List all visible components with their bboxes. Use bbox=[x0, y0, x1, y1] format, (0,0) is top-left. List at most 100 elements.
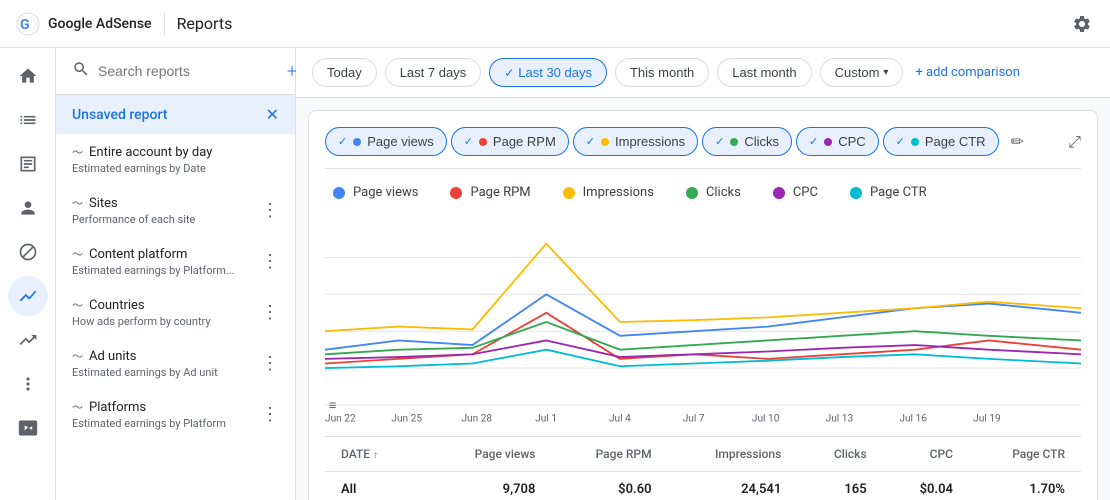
wave-icon-5: 〜 bbox=[72, 399, 83, 415]
page-rpm-column-header[interactable]: Page RPM bbox=[551, 437, 667, 472]
today-filter-btn[interactable]: Today bbox=[312, 58, 377, 87]
sidebar-item-content-5: 〜 Platforms Estimated earnings by Platfo… bbox=[72, 399, 226, 430]
app-name: Google AdSense bbox=[48, 16, 152, 32]
last30-label: Last 30 days bbox=[518, 65, 592, 80]
svg-text:Jul 13: Jul 13 bbox=[826, 414, 854, 425]
last7-filter-btn[interactable]: Last 7 days bbox=[385, 58, 482, 87]
row-page-rpm-0: $0.60 bbox=[551, 472, 667, 500]
active-report-label: Unsaved report bbox=[72, 107, 167, 123]
row-cpc-0: $0.04 bbox=[883, 472, 969, 500]
svg-text:Jul 4: Jul 4 bbox=[609, 414, 631, 425]
metric-tab-label-0: Page views bbox=[367, 134, 433, 149]
this-month-filter-btn[interactable]: This month bbox=[615, 58, 709, 87]
legend-label-1: Page RPM bbox=[470, 185, 530, 200]
page-ctr-column-header[interactable]: Page CTR bbox=[969, 437, 1081, 472]
sidebar-item-sub-1: Performance of each site bbox=[72, 213, 195, 226]
wave-icon-1: 〜 bbox=[72, 195, 83, 211]
legend-dot-2 bbox=[563, 187, 575, 199]
wave-icon-0: 〜 bbox=[72, 144, 83, 160]
sidebar-item-0[interactable]: 〜 Entire account by day Estimated earnin… bbox=[56, 134, 295, 185]
metric-tab-clicks[interactable]: ✓ Clicks bbox=[702, 127, 792, 156]
page-title: Reports bbox=[177, 14, 233, 33]
impressions-column-header[interactable]: Impressions bbox=[668, 437, 798, 472]
more-options-icon-5[interactable]: ⋮ bbox=[261, 404, 279, 425]
nav-home[interactable] bbox=[8, 56, 48, 96]
active-report-item[interactable]: Unsaved report ✕ bbox=[56, 95, 295, 134]
row-label-0: All bbox=[325, 472, 429, 500]
add-comparison-btn[interactable]: + add comparison bbox=[915, 65, 1019, 80]
page-views-column-header[interactable]: Page views bbox=[429, 437, 552, 472]
more-options-icon-4[interactable]: ⋮ bbox=[261, 353, 279, 374]
sidebar-item-title-5: 〜 Platforms bbox=[72, 399, 226, 415]
sidebar-item-sub-3: How ads perform by country bbox=[72, 315, 211, 328]
nav-pages[interactable] bbox=[8, 100, 48, 140]
row-page-views-0: 9,708 bbox=[429, 472, 552, 500]
svg-text:Jul 16: Jul 16 bbox=[899, 414, 927, 425]
search-input[interactable] bbox=[98, 63, 279, 79]
google-logo-icon: G bbox=[16, 12, 40, 36]
nav-people[interactable] bbox=[8, 188, 48, 228]
expand-chart-icon[interactable]: ⤢ bbox=[1068, 132, 1081, 152]
metric-tab-cpc[interactable]: ✓ CPC bbox=[796, 127, 879, 156]
metric-dot-1 bbox=[479, 138, 487, 146]
table-row-0: All 9,708 $0.60 24,541 165 $0.04 1.70% bbox=[325, 472, 1081, 500]
header-divider bbox=[164, 12, 165, 36]
more-options-icon-1[interactable]: ⋮ bbox=[261, 200, 279, 221]
sidebar-item-title-2: 〜 Content platform bbox=[72, 246, 235, 262]
custom-filter-btn[interactable]: Custom ▾ bbox=[820, 58, 904, 87]
sidebar-item-1[interactable]: 〜 Sites Performance of each site ⋮ bbox=[56, 185, 295, 236]
metric-dot-3 bbox=[730, 138, 738, 146]
metric-tabs: ✓ Page views ✓ Page RPM ✓ Impressions ✓ … bbox=[325, 127, 1081, 169]
chart-legend: Page views Page RPM Impressions Clicks C… bbox=[325, 185, 1081, 200]
metric-tab-impressions[interactable]: ✓ Impressions bbox=[573, 127, 698, 156]
wave-icon-2: 〜 bbox=[72, 246, 83, 262]
edit-icon[interactable]: ✏ bbox=[1011, 132, 1024, 151]
svg-text:G: G bbox=[20, 17, 30, 33]
header: G Google AdSense Reports bbox=[0, 0, 1110, 48]
checkmark-icon-1: ✓ bbox=[464, 135, 473, 148]
legend-item-1: Page RPM bbox=[450, 185, 530, 200]
last30-filter-btn[interactable]: ✓ Last 30 days bbox=[489, 58, 607, 87]
date-filter-bar: Today Last 7 days ✓ Last 30 days This mo… bbox=[296, 48, 1110, 98]
sidebar-item-sub-4: Estimated earnings by Ad unit bbox=[72, 366, 218, 379]
metric-tab-label-3: Clicks bbox=[744, 134, 779, 149]
app-layout: + Unsaved report ✕ 〜 Entire account by d… bbox=[0, 48, 1110, 500]
metric-tab-label-4: CPC bbox=[838, 134, 865, 149]
nav-video[interactable] bbox=[8, 408, 48, 448]
legend-dot-4 bbox=[773, 187, 785, 199]
metric-dot-5 bbox=[911, 138, 919, 146]
sidebar-item-5[interactable]: 〜 Platforms Estimated earnings by Platfo… bbox=[56, 389, 295, 440]
metric-tab-page-rpm[interactable]: ✓ Page RPM bbox=[451, 127, 569, 156]
legend-dot-0 bbox=[333, 187, 345, 199]
sidebar-item-sub-2: Estimated earnings by Platform... bbox=[72, 264, 235, 277]
nav-chart[interactable] bbox=[8, 276, 48, 316]
sidebar-item-4[interactable]: 〜 Ad units Estimated earnings by Ad unit… bbox=[56, 338, 295, 389]
legend-label-3: Clicks bbox=[706, 185, 741, 200]
sidebar-item-sub-0: Estimated earnings by Date bbox=[72, 162, 212, 175]
settings-button[interactable] bbox=[1070, 12, 1094, 36]
clicks-column-header[interactable]: Clicks bbox=[797, 437, 882, 472]
nav-optimize[interactable] bbox=[8, 364, 48, 404]
nav-trending[interactable] bbox=[8, 320, 48, 360]
more-options-icon-3[interactable]: ⋮ bbox=[261, 302, 279, 323]
metric-tab-page-ctr[interactable]: ✓ Page CTR bbox=[883, 127, 999, 156]
svg-text:Jun 25: Jun 25 bbox=[391, 414, 422, 425]
nav-icons bbox=[0, 48, 56, 500]
more-options-icon-2[interactable]: ⋮ bbox=[261, 251, 279, 272]
date-column-header[interactable]: DATE ↑ bbox=[325, 437, 429, 472]
line-chart: Jun 22 Jun 25 Jun 28 Jul 1 Jul 4 Jul 7 J… bbox=[325, 212, 1081, 432]
last-month-filter-btn[interactable]: Last month bbox=[717, 58, 811, 87]
cpc-column-header[interactable]: CPC bbox=[883, 437, 969, 472]
sidebar-item-3[interactable]: 〜 Countries How ads perform by country ⋮ bbox=[56, 287, 295, 338]
legend-dot-5 bbox=[850, 187, 862, 199]
metric-tab-label-5: Page CTR bbox=[925, 134, 986, 149]
checkmark-icon-2: ✓ bbox=[586, 135, 595, 148]
sidebar-item-2[interactable]: 〜 Content platform Estimated earnings by… bbox=[56, 236, 295, 287]
nav-block[interactable] bbox=[8, 232, 48, 272]
nav-table[interactable] bbox=[8, 144, 48, 184]
legend-dot-3 bbox=[686, 187, 698, 199]
metric-tab-label-2: Impressions bbox=[615, 134, 685, 149]
sidebar-item-sub-5: Estimated earnings by Platform bbox=[72, 417, 226, 430]
close-icon[interactable]: ✕ bbox=[266, 105, 279, 124]
metric-tab-page-views[interactable]: ✓ Page views bbox=[325, 127, 447, 156]
